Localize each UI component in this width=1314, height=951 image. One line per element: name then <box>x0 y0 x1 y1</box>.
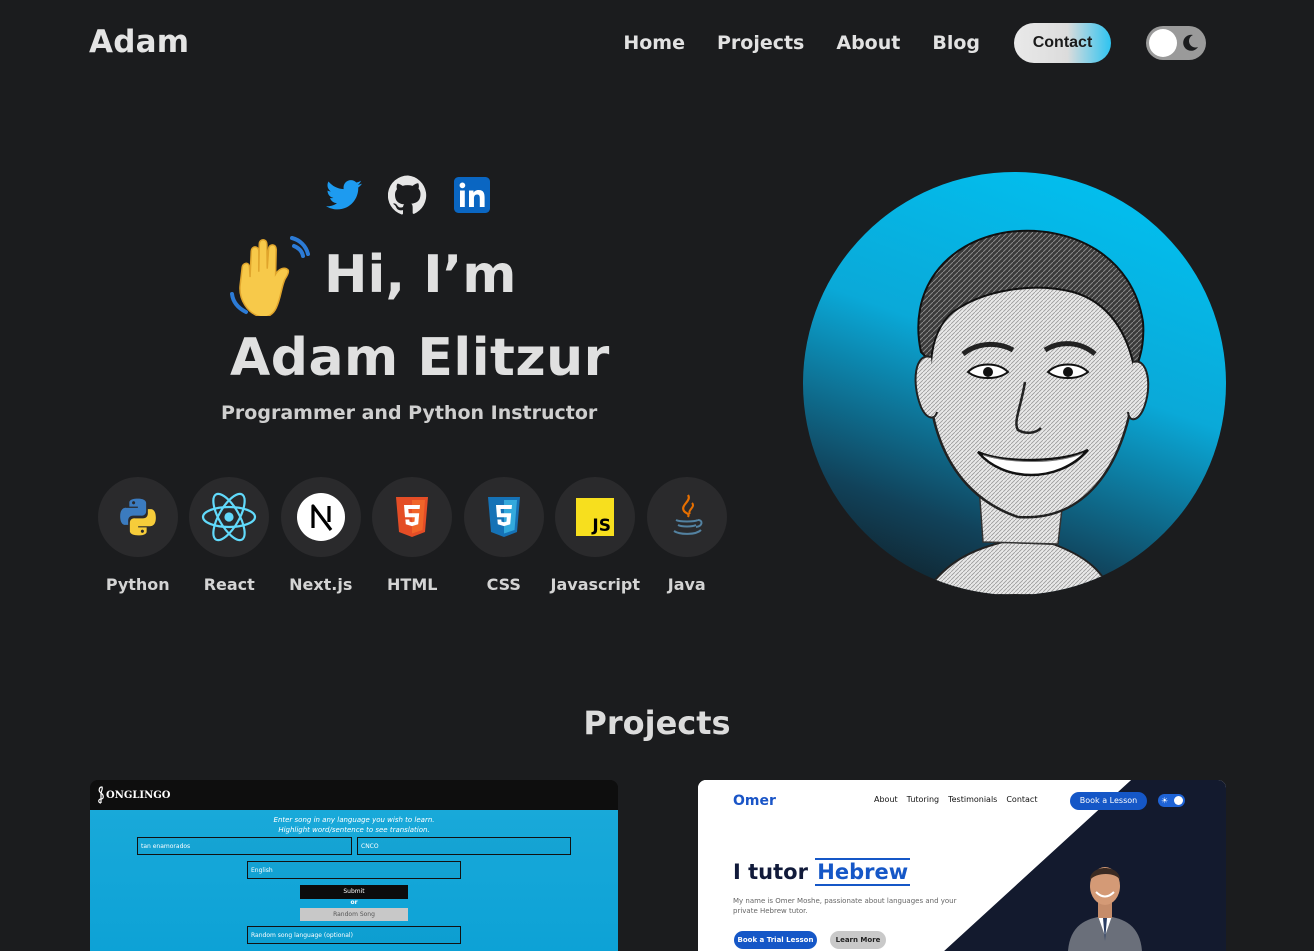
nav-home[interactable]: Home <box>623 32 685 54</box>
omer-headline-prefix: I tutor <box>733 860 808 884</box>
python-icon <box>97 477 178 557</box>
main-nav: Home Projects About Blog Contact <box>623 23 1206 63</box>
skill-html: HTML <box>367 477 459 594</box>
skill-react: React <box>184 477 276 594</box>
project-card-omer[interactable]: Omer About Tutoring Testimonials Contact… <box>698 780 1226 951</box>
skill-label: HTML <box>387 575 438 594</box>
songlingo-hint: Enter song in any language you wish to l… <box>90 815 618 835</box>
greeting-row: Hi, I’m <box>228 234 517 316</box>
javascript-icon: JS <box>555 477 636 557</box>
skill-python: Python <box>92 477 184 594</box>
omer-nav-contact: Contact <box>1006 795 1038 804</box>
toggle-knob <box>1149 29 1177 57</box>
skills-list: Python React Next.js HTML CSS JS Javascr… <box>92 477 733 594</box>
omer-logo: Omer <box>733 793 776 809</box>
random-language-input[interactable]: Random song language (optional) <box>247 926 461 944</box>
linkedin-icon[interactable] <box>452 175 492 215</box>
profile-portrait <box>803 172 1226 595</box>
projects-heading: Projects <box>583 704 731 742</box>
skill-nextjs: Next.js <box>275 477 367 594</box>
omer-headline-word: Hebrew <box>815 858 911 886</box>
nav-projects[interactable]: Projects <box>717 32 804 54</box>
language-input[interactable]: English <box>247 861 461 879</box>
omer-description: My name is Omer Moshe, passionate about … <box>733 897 957 915</box>
omer-nav-about: About <box>874 795 898 804</box>
tutor-photo <box>1068 867 1142 951</box>
css3-icon <box>463 477 544 557</box>
omer-trial-button: Book a Trial Lesson <box>734 931 817 949</box>
skill-javascript: JS Javascript <box>550 477 642 594</box>
songlingo-form: Enter song in any language you wish to l… <box>90 810 618 951</box>
twitter-icon[interactable] <box>324 175 364 215</box>
portrait-sketch <box>914 229 1150 595</box>
treble-clef-icon <box>98 786 104 804</box>
omer-theme-toggle: ☀ <box>1158 794 1185 807</box>
brand-logo[interactable]: Adam <box>89 24 189 60</box>
svg-text:JS: JS <box>592 516 612 536</box>
songlingo-logo: ONGLINGO <box>106 789 171 801</box>
toggle-knob <box>1174 796 1183 805</box>
hero-subtitle: Programmer and Python Instructor <box>221 402 598 424</box>
html5-icon <box>372 477 453 557</box>
skill-label: CSS <box>486 575 521 594</box>
dark-mode-toggle[interactable] <box>1146 26 1206 60</box>
omer-headline: I tutor Hebrew <box>733 858 911 886</box>
nextjs-icon <box>280 477 361 557</box>
nav-blog[interactable]: Blog <box>932 32 980 54</box>
omer-book-button: Book a Lesson <box>1070 792 1147 810</box>
sun-icon: ☀ <box>1161 796 1169 805</box>
songlingo-hint-line: Enter song in any language you wish to l… <box>273 816 435 824</box>
greeting-text: Hi, I’m <box>324 245 517 305</box>
or-label: or <box>350 899 358 906</box>
omer-nav-testimonials: Testimonials <box>948 795 998 804</box>
skill-label: Java <box>667 575 706 594</box>
react-icon <box>189 477 270 557</box>
social-links <box>324 175 492 215</box>
omer-learn-button: Learn More <box>830 931 886 949</box>
skill-label: Javascript <box>550 575 640 594</box>
github-icon[interactable] <box>388 175 428 215</box>
nav-about[interactable]: About <box>836 32 900 54</box>
random-song-button[interactable]: Random Song <box>300 908 408 921</box>
skill-css: CSS <box>458 477 550 594</box>
artist-input[interactable]: CNCO <box>357 837 571 855</box>
submit-button[interactable]: Submit <box>300 885 408 899</box>
project-card-songlingo[interactable]: ONGLINGO Enter song in any language you … <box>90 780 618 951</box>
hero-name: Adam Elitzur <box>230 328 610 388</box>
skill-label: Next.js <box>289 575 353 594</box>
skill-label: React <box>203 575 255 594</box>
skill-label: Python <box>105 575 170 594</box>
songlingo-topbar: ONGLINGO <box>90 780 618 810</box>
song-input[interactable]: tan enamorados <box>137 837 352 855</box>
java-icon <box>646 477 727 557</box>
contact-button[interactable]: Contact <box>1014 23 1111 63</box>
omer-nav-tutoring: Tutoring <box>906 795 940 804</box>
skill-java: Java <box>641 477 733 594</box>
waving-hand-icon <box>230 236 310 316</box>
omer-nav: About Tutoring Testimonials Contact <box>874 795 1037 804</box>
moon-icon <box>1183 34 1198 51</box>
songlingo-hint-line: Highlight word/sentence to see translati… <box>278 826 430 834</box>
